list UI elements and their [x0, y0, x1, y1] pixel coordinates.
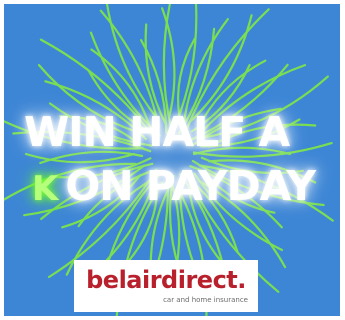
firework-ray [105, 4, 159, 120]
headline-k: K [32, 169, 58, 209]
headline-line-1: WIN HALF A [24, 108, 290, 156]
image-frame: WIN HALF A K ON PAYDAY belairdirect. car … [0, 0, 345, 320]
headline-line-2: K ON PAYDAY [32, 166, 340, 207]
logo-name: belairdirect. [86, 266, 246, 294]
belairdirect-logo: belairdirect. car and home insurance [74, 260, 258, 312]
headline-line-2-text: ON PAYDAY [65, 162, 316, 210]
logo-tagline: car and home insurance [163, 296, 248, 304]
promo-banner: WIN HALF A K ON PAYDAY belairdirect. car … [4, 4, 340, 316]
